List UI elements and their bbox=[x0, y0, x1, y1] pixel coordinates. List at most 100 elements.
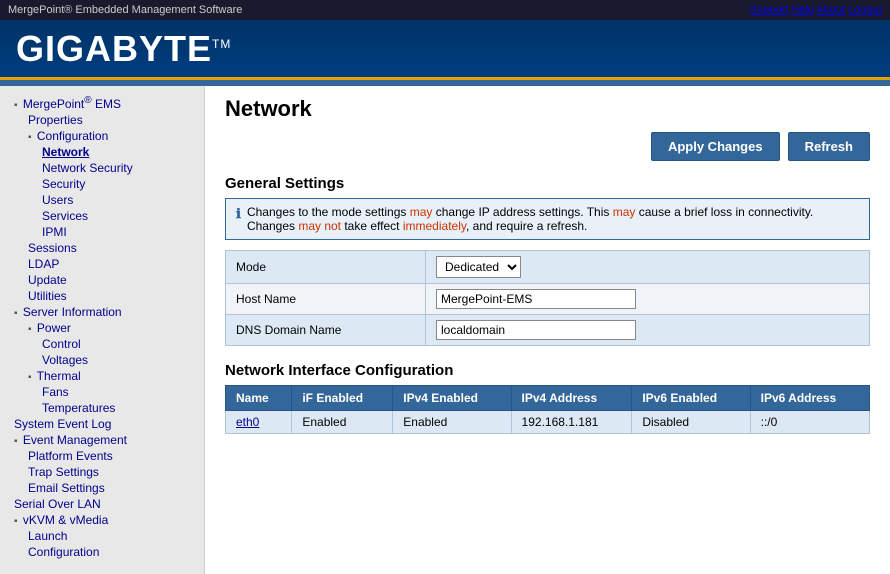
sidebar-item-vkvm-vmedia[interactable]: ▪ vKVM & vMedia bbox=[0, 512, 204, 528]
sidebar-link-vkvm-vmedia[interactable]: vKVM & vMedia bbox=[23, 513, 108, 527]
sidebar-link-utilities[interactable]: Utilities bbox=[28, 289, 67, 303]
nic-ipv6-address-eth0: ::/0 bbox=[750, 411, 869, 434]
sidebar-link-network[interactable]: Network bbox=[42, 145, 89, 159]
sidebar-link-event-management[interactable]: Event Management bbox=[23, 433, 127, 447]
page-title: Network bbox=[225, 96, 870, 122]
help-link[interactable]: Help bbox=[791, 4, 814, 16]
table-row-hostname: Host Name bbox=[226, 284, 870, 315]
col-if-enabled: iF Enabled bbox=[292, 386, 393, 411]
sidebar-item-system-event-log[interactable]: System Event Log bbox=[0, 416, 204, 432]
nic-name-eth0[interactable]: eth0 bbox=[226, 411, 292, 434]
sidebar-link-users[interactable]: Users bbox=[42, 193, 73, 207]
sidebar-link-email-settings[interactable]: Email Settings bbox=[28, 481, 105, 495]
sidebar-item-control[interactable]: Control bbox=[0, 336, 204, 352]
sidebar-item-temperatures[interactable]: Temperatures bbox=[0, 400, 204, 416]
sidebar-item-update[interactable]: Update bbox=[0, 272, 204, 288]
sidebar-link-configuration[interactable]: Configuration bbox=[37, 129, 108, 143]
sidebar-link-mergepoint-ems[interactable]: MergePoint® EMS bbox=[23, 97, 121, 111]
sidebar-item-trap-settings[interactable]: Trap Settings bbox=[0, 464, 204, 480]
content-area: Network Apply Changes Refresh General Se… bbox=[205, 86, 890, 574]
sidebar-link-control[interactable]: Control bbox=[42, 337, 81, 351]
sidebar-link-thermal[interactable]: Thermal bbox=[37, 369, 81, 383]
sidebar-item-voltages[interactable]: Voltages bbox=[0, 352, 204, 368]
nic-table: Name iF Enabled IPv4 Enabled IPv4 Addres… bbox=[225, 385, 870, 434]
sidebar-link-temperatures[interactable]: Temperatures bbox=[42, 401, 115, 415]
sidebar-link-security[interactable]: Security bbox=[42, 177, 85, 191]
sidebar-link-network-security[interactable]: Network Security bbox=[42, 161, 133, 175]
dns-input[interactable] bbox=[436, 320, 636, 340]
sidebar-item-platform-events[interactable]: Platform Events bbox=[0, 448, 204, 464]
sidebar-link-trap-settings[interactable]: Trap Settings bbox=[28, 465, 99, 479]
sidebar-link-voltages[interactable]: Voltages bbox=[42, 353, 88, 367]
hostname-label: Host Name bbox=[226, 284, 426, 315]
col-ipv6-enabled: IPv6 Enabled bbox=[632, 386, 750, 411]
sidebar-link-sessions[interactable]: Sessions bbox=[28, 241, 77, 255]
sidebar-item-ldap[interactable]: LDAP bbox=[0, 256, 204, 272]
mode-value-cell: Dedicated Shared Failover bbox=[426, 251, 870, 284]
hostname-input[interactable] bbox=[436, 289, 636, 309]
logo-bar: GIGABYTETM bbox=[0, 20, 890, 80]
toolbar: Apply Changes Refresh bbox=[225, 132, 870, 161]
col-name: Name bbox=[226, 386, 292, 411]
sidebar-item-launch[interactable]: Launch bbox=[0, 528, 204, 544]
sidebar-link-launch[interactable]: Launch bbox=[28, 529, 67, 543]
tree-icon-vkvm: ▪ bbox=[14, 516, 18, 527]
logout-link[interactable]: Logout bbox=[848, 4, 882, 16]
sidebar-item-ipmi[interactable]: IPMI bbox=[0, 224, 204, 240]
sidebar-item-mergepoint-ems[interactable]: ▪ MergePoint® EMS bbox=[0, 94, 204, 112]
refresh-button[interactable]: Refresh bbox=[788, 132, 870, 161]
top-bar: MergePoint® Embedded Management Software… bbox=[0, 0, 890, 20]
sidebar-item-security[interactable]: Security bbox=[0, 176, 204, 192]
sidebar-item-properties[interactable]: Properties bbox=[0, 112, 204, 128]
sidebar: ▪ MergePoint® EMS Properties ▪ Configura… bbox=[0, 86, 205, 574]
sidebar-link-ipmi[interactable]: IPMI bbox=[42, 225, 67, 239]
tree-icon-server: ▪ bbox=[14, 308, 18, 319]
nic-header-row: Name iF Enabled IPv4 Enabled IPv4 Addres… bbox=[226, 386, 870, 411]
dns-cell bbox=[426, 315, 870, 346]
mode-label: Mode bbox=[226, 251, 426, 284]
sidebar-link-ldap[interactable]: LDAP bbox=[28, 257, 59, 271]
sidebar-link-update[interactable]: Update bbox=[28, 273, 67, 287]
sidebar-link-config2[interactable]: Configuration bbox=[28, 545, 99, 559]
mode-select[interactable]: Dedicated Shared Failover bbox=[436, 256, 521, 278]
sidebar-item-power[interactable]: ▪ Power bbox=[0, 320, 204, 336]
sidebar-link-serial-over-lan[interactable]: Serial Over LAN bbox=[14, 497, 101, 511]
sidebar-item-users[interactable]: Users bbox=[0, 192, 204, 208]
sidebar-item-event-management[interactable]: ▪ Event Management bbox=[0, 432, 204, 448]
sidebar-item-configuration[interactable]: ▪ Configuration bbox=[0, 128, 204, 144]
sidebar-item-config2[interactable]: Configuration bbox=[0, 544, 204, 560]
apply-changes-button[interactable]: Apply Changes bbox=[651, 132, 780, 161]
sidebar-link-fans[interactable]: Fans bbox=[42, 385, 69, 399]
sidebar-link-power[interactable]: Power bbox=[37, 321, 71, 335]
nic-row-eth0: eth0 Enabled Enabled 192.168.1.181 Disab… bbox=[226, 411, 870, 434]
sidebar-item-services[interactable]: Services bbox=[0, 208, 204, 224]
info-box: ℹ Changes to the mode settings may chang… bbox=[225, 198, 870, 240]
hostname-cell bbox=[426, 284, 870, 315]
sidebar-link-server-information[interactable]: Server Information bbox=[23, 305, 122, 319]
sidebar-item-network-security[interactable]: Network Security bbox=[0, 160, 204, 176]
sidebar-item-fans[interactable]: Fans bbox=[0, 384, 204, 400]
about-link[interactable]: About bbox=[817, 4, 846, 16]
nic-ipv4-enabled-eth0: Enabled bbox=[393, 411, 511, 434]
main-layout: ▪ MergePoint® EMS Properties ▪ Configura… bbox=[0, 86, 890, 574]
sidebar-item-serial-over-lan[interactable]: Serial Over LAN bbox=[0, 496, 204, 512]
sidebar-item-thermal[interactable]: ▪ Thermal bbox=[0, 368, 204, 384]
info-icon: ℹ bbox=[236, 206, 241, 222]
sidebar-link-properties[interactable]: Properties bbox=[28, 113, 83, 127]
sidebar-item-sessions[interactable]: Sessions bbox=[0, 240, 204, 256]
highlight-3: may not bbox=[298, 219, 341, 233]
sidebar-link-platform-events[interactable]: Platform Events bbox=[28, 449, 113, 463]
support-link[interactable]: Support bbox=[750, 4, 789, 16]
sidebar-item-utilities[interactable]: Utilities bbox=[0, 288, 204, 304]
nic-link-eth0[interactable]: eth0 bbox=[236, 415, 259, 429]
sidebar-item-network[interactable]: Network bbox=[0, 144, 204, 160]
tree-icon-config: ▪ bbox=[28, 132, 32, 143]
general-settings-heading: General Settings bbox=[225, 175, 870, 192]
sidebar-item-email-settings[interactable]: Email Settings bbox=[0, 480, 204, 496]
col-ipv4-enabled: IPv4 Enabled bbox=[393, 386, 511, 411]
sidebar-link-system-event-log[interactable]: System Event Log bbox=[14, 417, 111, 431]
sidebar-link-services[interactable]: Services bbox=[42, 209, 88, 223]
top-nav: Support Help About Logout bbox=[750, 4, 882, 16]
tree-icon-thermal: ▪ bbox=[28, 372, 32, 383]
sidebar-item-server-information[interactable]: ▪ Server Information bbox=[0, 304, 204, 320]
